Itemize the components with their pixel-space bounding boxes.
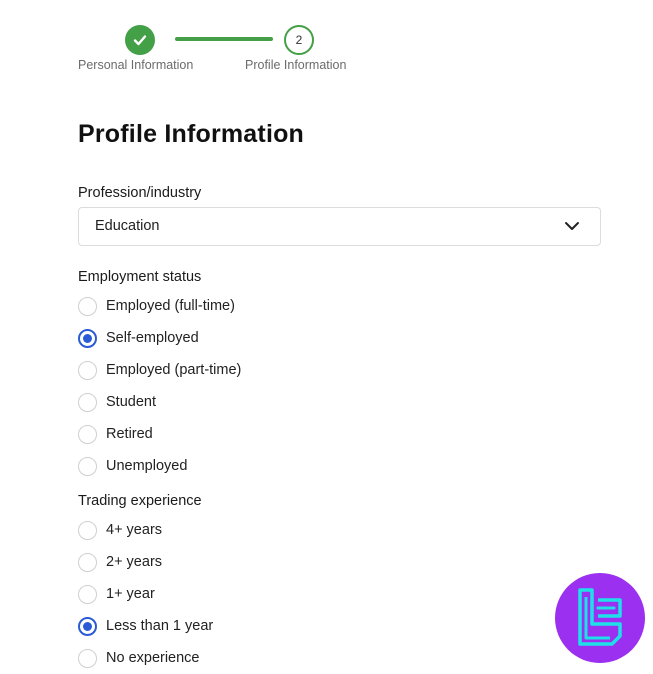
radio-button-selected[interactable] (78, 328, 97, 348)
trading-option-1-plus-year[interactable]: 1+ year (78, 578, 213, 610)
progress-stepper: 2 Personal Information Profile Informati… (0, 0, 653, 80)
step-2-number: 2 (295, 33, 303, 47)
employment-status-radio-group: Employed (full-time) Self-employed Emplo… (78, 290, 241, 482)
radio-label: Student (106, 394, 156, 410)
chevron-down-icon (565, 222, 579, 230)
trading-option-no-experience[interactable]: No experience (78, 642, 213, 674)
employment-option-self-employed[interactable]: Self-employed (78, 322, 241, 354)
radio-label: Employed (full-time) (106, 298, 235, 314)
radio-label: Self-employed (106, 330, 199, 346)
employment-option-student[interactable]: Student (78, 386, 241, 418)
trading-experience-label: Trading experience (78, 493, 202, 509)
profession-select-value: Education (95, 218, 160, 234)
employment-option-retired[interactable]: Retired (78, 418, 241, 450)
employment-status-label: Employment status (78, 269, 202, 285)
profession-select[interactable]: Education (78, 207, 601, 246)
step-1-label[interactable]: Personal Information (78, 58, 193, 72)
radio-label: 1+ year (106, 586, 155, 602)
radio-button[interactable] (78, 456, 97, 476)
radio-label: Employed (part-time) (106, 362, 242, 378)
radio-label: No experience (106, 650, 200, 666)
radio-label: 4+ years (106, 522, 163, 538)
trading-option-2-plus-years[interactable]: 2+ years (78, 546, 213, 578)
radio-button[interactable] (78, 296, 97, 316)
radio-label: 2+ years (106, 554, 163, 570)
radio-button[interactable] (78, 360, 97, 380)
radio-button[interactable] (78, 552, 97, 572)
employment-option-unemployed[interactable]: Unemployed (78, 450, 241, 482)
step-connector (175, 37, 273, 41)
radio-button[interactable] (78, 648, 97, 668)
radio-button[interactable] (78, 424, 97, 444)
step-2-label: Profile Information (245, 58, 347, 72)
radio-button[interactable] (78, 520, 97, 540)
step-2-indicator: 2 (284, 25, 314, 55)
check-icon (133, 35, 147, 46)
trading-experience-radio-group: 4+ years 2+ years 1+ year Less than 1 ye… (78, 514, 213, 674)
page-title: Profile Information (78, 120, 305, 148)
radio-button[interactable] (78, 584, 97, 604)
radio-button-selected[interactable] (78, 616, 97, 636)
trading-option-4-plus-years[interactable]: 4+ years (78, 514, 213, 546)
trading-option-less-than-1-year[interactable]: Less than 1 year (78, 610, 213, 642)
employment-option-full-time[interactable]: Employed (full-time) (78, 290, 241, 322)
brand-logo-icon (555, 573, 645, 663)
radio-label: Retired (106, 426, 153, 442)
radio-label: Less than 1 year (106, 618, 214, 634)
employment-option-part-time[interactable]: Employed (part-time) (78, 354, 241, 386)
step-1-complete-indicator (125, 25, 155, 55)
radio-label: Unemployed (106, 458, 188, 474)
profession-label: Profession/industry (78, 185, 202, 201)
radio-button[interactable] (78, 392, 97, 412)
